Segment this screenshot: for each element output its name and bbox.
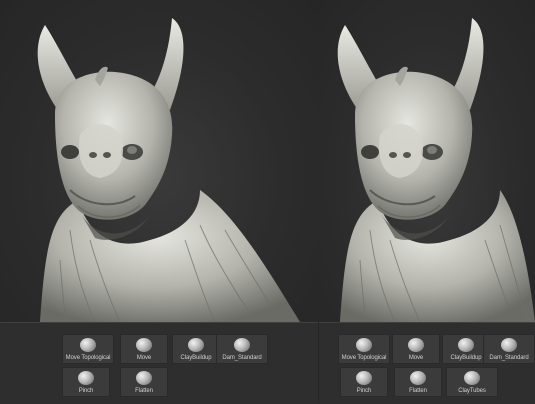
brush-move-left[interactable]: Move: [120, 334, 168, 364]
flatten-brush-icon: [410, 371, 426, 385]
pinch-brush-icon: [78, 371, 94, 385]
brush-move-topological-left[interactable]: Move Topological: [62, 334, 114, 364]
brush-claybuildup-left[interactable]: ClayBuildup: [172, 334, 220, 364]
brush-label: Dam_Standard: [489, 355, 529, 361]
brush-move-right[interactable]: Move: [392, 334, 440, 364]
claybuildup-brush-icon: [188, 338, 204, 352]
brush-flatten-left[interactable]: Flatten: [120, 367, 168, 397]
brush-label: Move Topological: [65, 355, 111, 361]
brush-label: Flatten: [135, 388, 153, 394]
sculpted-creature-bust-right: [337, 18, 535, 322]
brush-label: ClayTubes: [458, 388, 486, 394]
right-viewport[interactable]: [318, 0, 535, 322]
brush-dam-standard-right[interactable]: Dam_Standard: [483, 334, 535, 364]
brush-label: Dam_Standard: [222, 355, 262, 361]
move-brush-icon: [136, 338, 152, 352]
brush-pinch-right[interactable]: Pinch: [340, 367, 388, 397]
brush-flatten-right[interactable]: Flatten: [394, 367, 442, 397]
sculpted-creature-bust-left: [37, 18, 300, 322]
shelf-divider: [318, 322, 319, 403]
brush-label: Pinch: [356, 388, 372, 394]
left-viewport[interactable]: [0, 0, 318, 322]
move-topological-brush-icon: [80, 338, 96, 352]
claytubes-brush-icon: [464, 371, 480, 385]
brush-label: Pinch: [78, 388, 94, 394]
dam-standard-brush-icon: [501, 338, 517, 352]
flatten-brush-icon: [136, 371, 152, 385]
move-brush-icon: [408, 338, 424, 352]
brush-label: Move: [408, 355, 424, 361]
brush-dam-standard-left[interactable]: Dam_Standard: [216, 334, 268, 364]
move-topological-brush-icon: [356, 338, 372, 352]
claybuildup-brush-icon: [458, 338, 474, 352]
brush-label: Flatten: [409, 388, 427, 394]
dam-standard-brush-icon: [234, 338, 250, 352]
brush-label: Move Topological: [341, 355, 387, 361]
pinch-brush-icon: [356, 371, 372, 385]
brush-label: ClayBuildup: [180, 355, 212, 361]
brush-move-topological-right[interactable]: Move Topological: [338, 334, 390, 364]
brush-pinch-left[interactable]: Pinch: [62, 367, 110, 397]
brush-claytubes-right[interactable]: ClayTubes: [446, 367, 498, 397]
brush-label: Move: [136, 355, 152, 361]
